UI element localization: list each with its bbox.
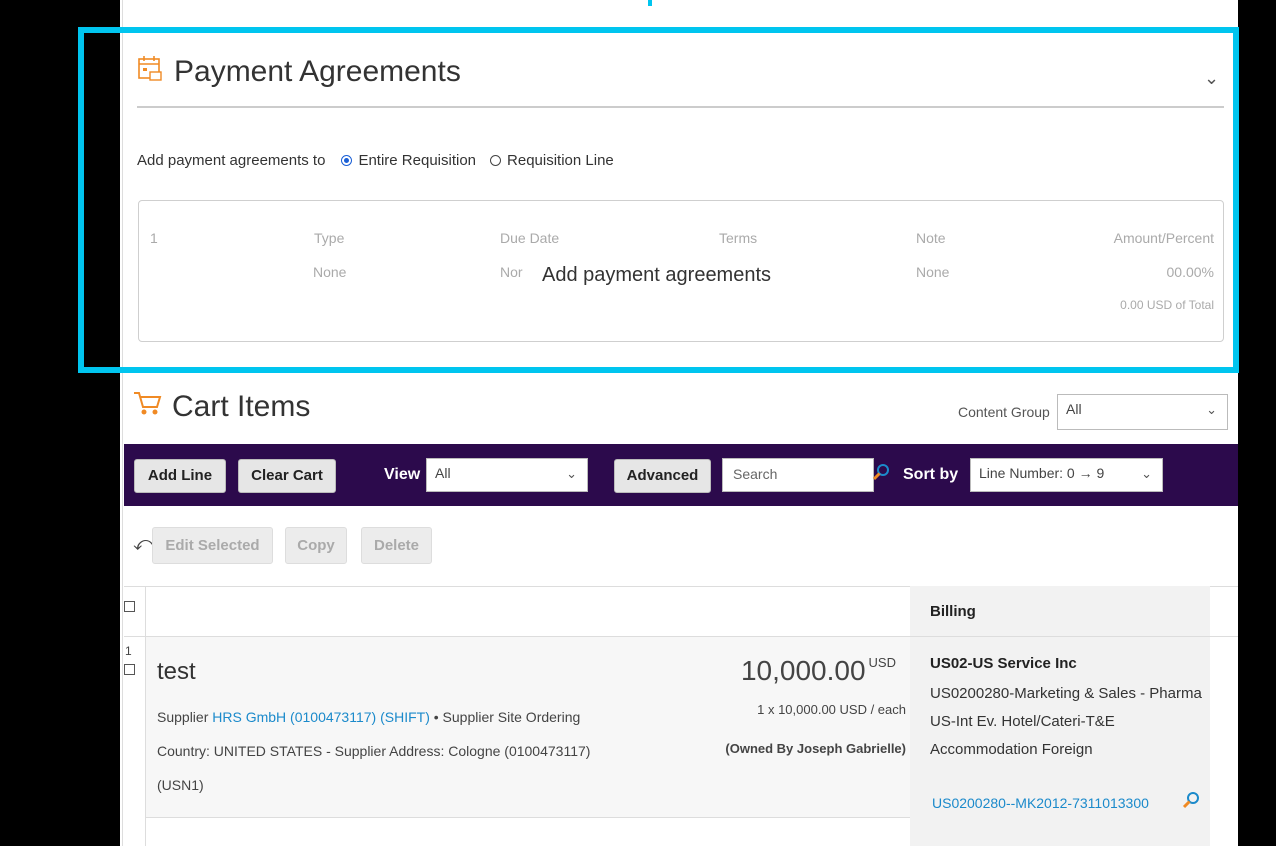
billing-header: Billing — [930, 603, 976, 620]
view-label: View — [384, 466, 421, 483]
delete-button[interactable]: Delete — [361, 527, 432, 564]
supplier-link[interactable]: HRS GmbH (0100473117) (SHIFT) — [212, 709, 430, 725]
payment-agreements-title: Payment Agreements — [174, 55, 461, 88]
country-line: Country: UNITED STATES - Supplier Addres… — [157, 743, 591, 759]
radio-entire-requisition[interactable] — [341, 155, 353, 166]
supplier-label: Supplier — [157, 709, 209, 725]
chevron-down-icon: ⌄ — [1141, 466, 1152, 481]
line-checkbox[interactable] — [124, 664, 135, 675]
amount-total: 0.00 USD of Total — [1120, 298, 1214, 312]
due-date-header: Due Date — [500, 230, 560, 246]
add-payment-agreements-tooltip[interactable]: Add payment agreements — [538, 264, 776, 287]
type-header: Type — [314, 230, 345, 246]
billing-code-link[interactable]: US0200280--MK2012-7311013300 — [932, 795, 1149, 811]
checkbox-column-border — [145, 586, 146, 846]
search-placeholder: Search — [733, 466, 778, 482]
copy-button[interactable]: Copy — [285, 527, 347, 564]
radio-requisition-line[interactable] — [490, 155, 502, 166]
search-input[interactable]: Search — [722, 458, 874, 492]
item-price-value: 10,000.00 — [740, 655, 866, 686]
chevron-down-icon: ⌄ — [1206, 402, 1217, 417]
sort-by-select[interactable]: Line Number: 0 → 9 ⌄ — [970, 458, 1163, 492]
radio-requisition-line-label[interactable]: Requisition Line — [507, 152, 614, 169]
edit-selected-button[interactable]: Edit Selected — [152, 527, 273, 564]
owner-line: (Owned By Joseph Gabrielle) — [725, 741, 906, 756]
row-bottom-border — [145, 817, 910, 818]
content-group-select[interactable]: All ⌄ — [1057, 394, 1228, 430]
cart-icon — [132, 389, 162, 425]
add-agreements-to-row: Add payment agreements to Entire Requisi… — [137, 152, 614, 169]
view-select[interactable]: All ⌄ — [426, 458, 588, 492]
country-line-continued: (USN1) — [157, 777, 204, 793]
search-icon[interactable] — [1182, 791, 1200, 809]
sort-by-value: Line Number: 0 → 9 — [979, 465, 1105, 481]
cart-items-title: Cart Items — [172, 390, 311, 423]
content-group-value: All — [1066, 401, 1082, 417]
item-price-currency: USD — [868, 655, 896, 670]
sort-by-label: Sort by — [903, 466, 959, 483]
top-marker — [648, 0, 652, 6]
item-price: 10,000.00 USD — [741, 655, 896, 687]
due-date-value: Nor — [500, 264, 523, 280]
note-header: Note — [916, 230, 946, 246]
content-group-label: Content Group — [958, 404, 1050, 420]
header-row-border — [124, 636, 1238, 637]
view-value: All — [435, 465, 451, 481]
add-agreements-to-label: Add payment agreements to — [137, 152, 326, 169]
supplier-line: Supplier HRS GmbH (0100473117) (SHIFT) •… — [157, 709, 580, 725]
unit-price-line: 1 x 10,000.00 USD / each — [757, 702, 906, 717]
billing-account-text: US0200280-Marketing & Sales - Pharma US-… — [930, 685, 1202, 758]
chevron-down-icon: ⌄ — [566, 466, 577, 481]
cart-items-header: Cart Items — [132, 389, 310, 425]
search-icon[interactable] — [872, 463, 890, 481]
calendar-icon — [136, 54, 164, 90]
left-divider — [122, 0, 123, 846]
item-name[interactable]: test — [157, 658, 196, 686]
line-number: 1 — [125, 644, 132, 658]
add-line-button[interactable]: Add Line — [134, 459, 226, 493]
agreement-number: 1 — [150, 230, 158, 246]
billing-entity: US02-US Service Inc — [930, 655, 1077, 672]
section-divider — [137, 106, 1224, 108]
advanced-button[interactable]: Advanced — [614, 459, 711, 493]
select-all-checkbox[interactable] — [124, 601, 135, 612]
terms-header: Terms — [719, 230, 758, 246]
radio-entire-requisition-label[interactable]: Entire Requisition — [358, 152, 476, 169]
collapse-chevron-icon[interactable]: ⌄ — [1204, 68, 1219, 89]
note-value: None — [916, 264, 950, 280]
supplier-suffix: • Supplier Site Ordering — [433, 709, 581, 725]
type-value: None — [313, 264, 347, 280]
amount-value: 00.00% — [1166, 264, 1214, 280]
amount-header: Amount/Percent — [1113, 230, 1214, 246]
clear-cart-button[interactable]: Clear Cart — [238, 459, 336, 493]
payment-agreements-header[interactable]: Payment Agreements — [136, 54, 461, 90]
